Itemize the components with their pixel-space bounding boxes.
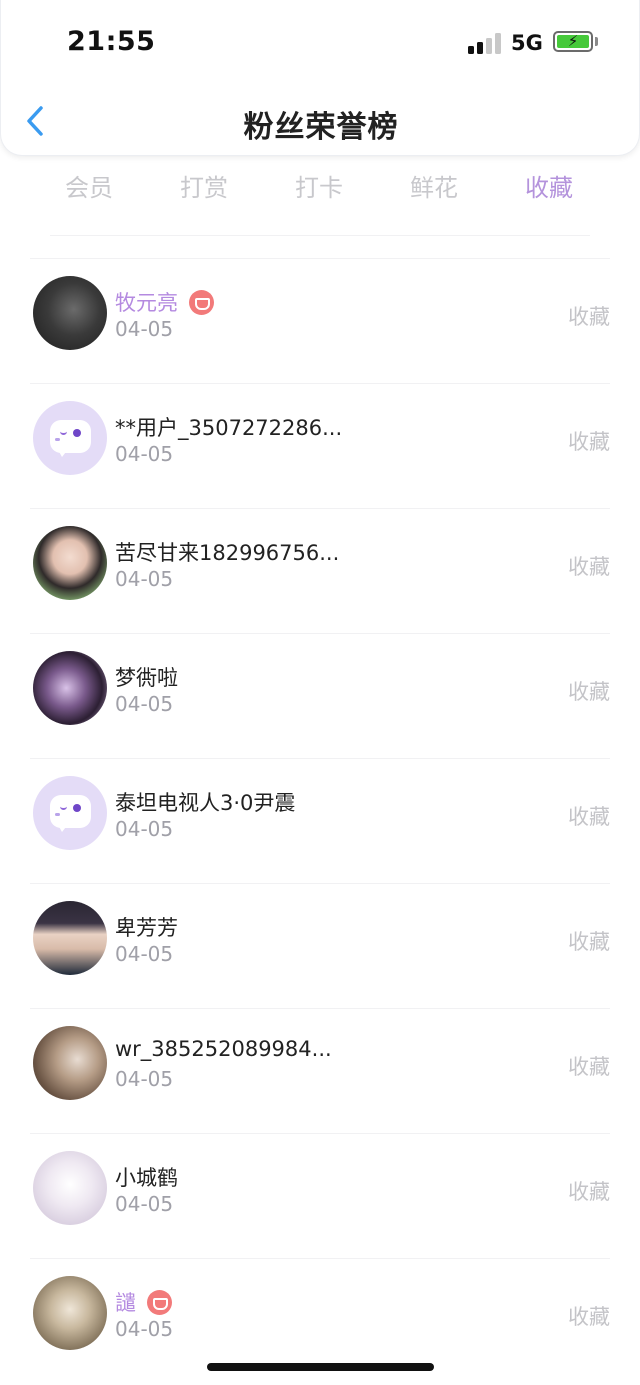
avatar[interactable] <box>33 1026 107 1100</box>
page-title: 粉丝荣誉榜 <box>243 110 399 145</box>
date: 04-05 <box>115 1317 174 1341</box>
username: wr_385252089984... <box>115 1037 332 1061</box>
action-label: 收藏 <box>568 1305 610 1329</box>
list-item[interactable]: 卑芳芳 04-05 收藏 <box>30 883 610 1008</box>
divider <box>50 235 590 236</box>
username: 譴 <box>115 1287 172 1317</box>
username-text: 牧元亮 <box>115 291 178 315</box>
username: 梦衖啦 <box>115 666 178 690</box>
avatar[interactable] <box>33 526 107 600</box>
home-indicator[interactable] <box>207 1363 434 1371</box>
date: 04-05 <box>115 1067 174 1091</box>
username: **用户_3507272286... <box>115 416 343 440</box>
username: 卑芳芳 <box>115 916 178 940</box>
list-item[interactable]: 牧元亮 04-05 收藏 <box>30 258 610 383</box>
date: 04-05 <box>115 692 174 716</box>
avatar[interactable] <box>33 401 107 475</box>
username: 泰坦电视人3·0尹震 <box>115 791 296 815</box>
diamond-badge-icon <box>147 1289 172 1315</box>
network-type: 5G <box>511 31 543 55</box>
action-label: 收藏 <box>568 1055 610 1079</box>
action-label: 收藏 <box>568 555 610 579</box>
action-label: 收藏 <box>568 305 610 329</box>
list-item[interactable]: 苦尽甘来182996756... 04-05 收藏 <box>30 508 610 633</box>
list-item[interactable]: 泰坦电视人3·0尹震 04-05 收藏 <box>30 758 610 883</box>
username: 苦尽甘来182996756... <box>115 541 340 565</box>
date: 04-05 <box>115 942 174 966</box>
diamond-badge-icon <box>189 289 214 315</box>
date: 04-05 <box>115 1192 174 1216</box>
date: 04-05 <box>115 817 174 841</box>
date: 04-05 <box>115 442 174 466</box>
username-text: 譴 <box>115 1291 136 1315</box>
list-item[interactable]: **用户_3507272286... 04-05 收藏 <box>30 383 610 508</box>
fan-list: 牧元亮 04-05 收藏 **用户_3507272286... 04-05 收藏… <box>0 258 640 1383</box>
action-label: 收藏 <box>568 680 610 704</box>
tab-favorites[interactable]: 收藏 <box>490 168 608 203</box>
cellular-signal-icon <box>468 32 502 54</box>
username: 小城鹤 <box>115 1166 178 1190</box>
battery-tip <box>595 37 598 46</box>
avatar[interactable] <box>33 776 107 850</box>
tab-bar: 会员 打赏 打卡 鲜花 收藏 <box>30 168 610 208</box>
tab-member[interactable]: 会员 <box>30 168 148 203</box>
battery-charging-icon: ⚡ <box>553 31 593 52</box>
avatar[interactable] <box>33 1151 107 1225</box>
action-label: 收藏 <box>568 1180 610 1204</box>
list-item[interactable]: 小城鹤 04-05 收藏 <box>30 1133 610 1258</box>
top-bar: 21:55 5G ⚡ 粉丝荣誉榜 <box>0 0 640 156</box>
avatar[interactable] <box>33 276 107 350</box>
action-label: 收藏 <box>568 930 610 954</box>
status-time: 21:55 <box>67 26 156 57</box>
action-label: 收藏 <box>568 805 610 829</box>
tab-flowers[interactable]: 鲜花 <box>375 168 493 203</box>
tab-checkin[interactable]: 打卡 <box>260 168 378 203</box>
list-item[interactable]: wr_385252089984... 04-05 收藏 <box>30 1008 610 1133</box>
tab-tip[interactable]: 打赏 <box>145 168 263 203</box>
date: 04-05 <box>115 567 174 591</box>
action-label: 收藏 <box>568 430 610 454</box>
avatar[interactable] <box>33 901 107 975</box>
avatar[interactable] <box>33 1276 107 1350</box>
avatar[interactable] <box>33 651 107 725</box>
date: 04-05 <box>115 317 174 341</box>
list-item[interactable]: 梦衖啦 04-05 收藏 <box>30 633 610 758</box>
username: 牧元亮 <box>115 287 214 317</box>
